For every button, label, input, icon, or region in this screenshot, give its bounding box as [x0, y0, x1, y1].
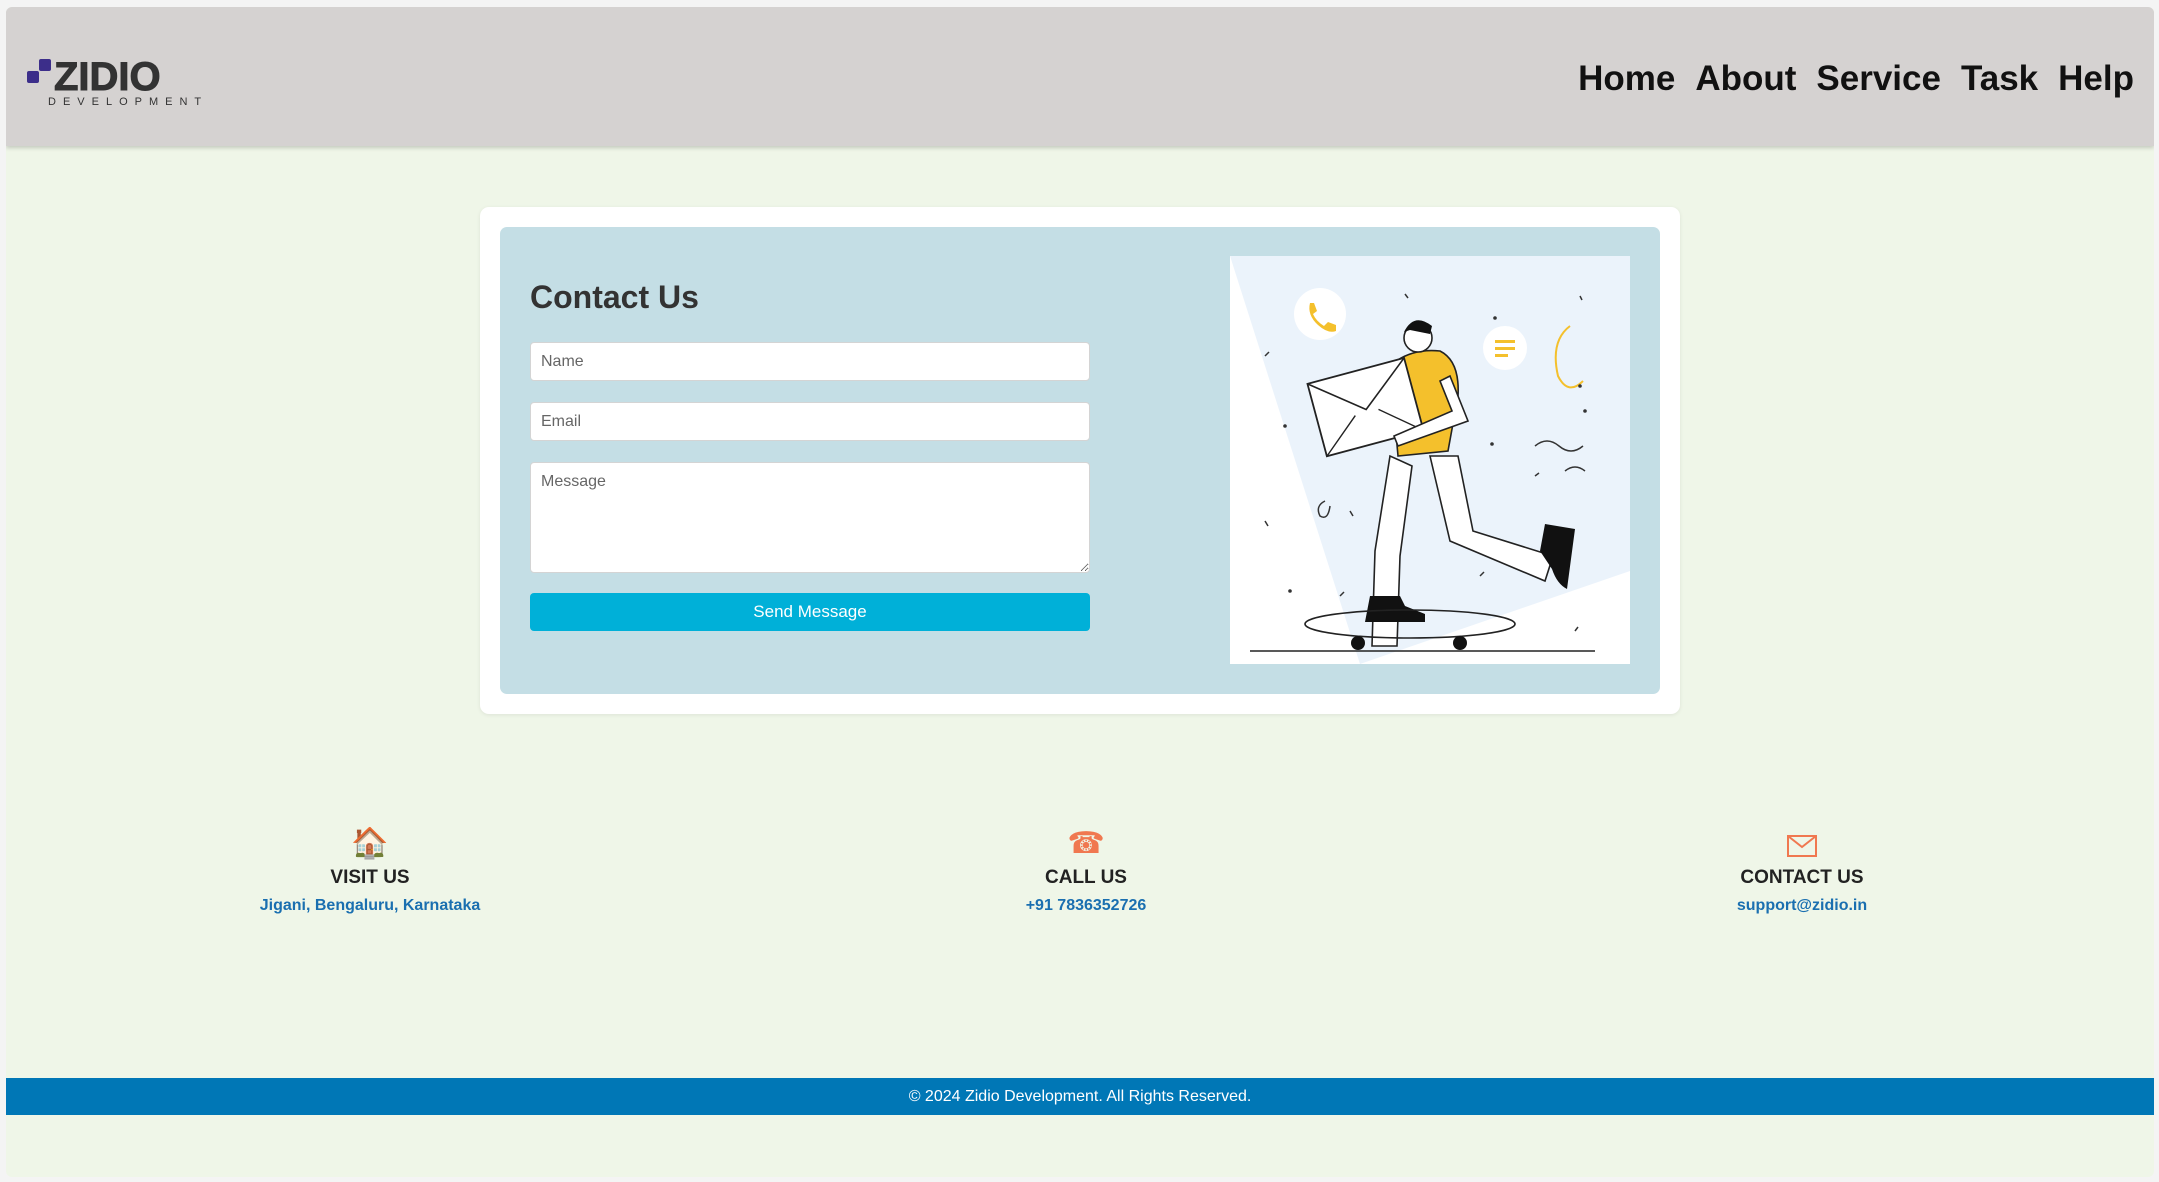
nav-service[interactable]: Service [1816, 59, 1941, 99]
logo-tagline: DEVELOPMENT [48, 96, 208, 108]
message-textarea[interactable] [530, 462, 1090, 573]
zidio-logo[interactable]: ZIDIO DEVELOPMENT [26, 53, 236, 113]
nav-about[interactable]: About [1695, 59, 1796, 99]
nav-home[interactable]: Home [1578, 59, 1675, 99]
contact-card: Contact Us Send Message [480, 207, 1680, 714]
page: ZIDIO DEVELOPMENT Home About Service Tas… [6, 7, 2154, 1177]
phone-icon: ☎ [1067, 827, 1105, 860]
main-nav: Home About Service Task Help [1578, 59, 2134, 99]
visit-us-address: Jigani, Bengaluru, Karnataka [259, 897, 481, 914]
name-input[interactable] [530, 342, 1090, 381]
house-icon: 🏠 [351, 827, 389, 860]
header: ZIDIO DEVELOPMENT Home About Service Tas… [6, 7, 2154, 146]
nav-help[interactable]: Help [2058, 59, 2134, 99]
visit-us-label: VISIT US [330, 867, 410, 888]
copyright-text: © 2024 Zidio Development. All Rights Res… [908, 1088, 1252, 1105]
nav-task[interactable]: Task [1961, 59, 2038, 99]
contact-us-block: CONTACT US support@zidio.in [1602, 827, 2002, 915]
send-message-button[interactable]: Send Message [530, 593, 1090, 631]
logo-name: ZIDIO [54, 55, 161, 99]
footer: © 2024 Zidio Development. All Rights Res… [6, 1078, 2154, 1115]
call-us-block: ☎ CALL US +91 7836352726 [886, 827, 1286, 915]
skateboard-mail-illustration [1230, 256, 1630, 664]
call-us-label: CALL US [1045, 867, 1127, 888]
contact-title: Contact Us [530, 279, 699, 315]
visit-us-block: 🏠 VISIT US Jigani, Bengaluru, Karnataka [170, 827, 570, 915]
envelope-icon [1602, 827, 2002, 863]
contact-panel: Contact Us Send Message [500, 227, 1660, 694]
contact-us-email[interactable]: support@zidio.in [1602, 897, 2002, 915]
email-input[interactable] [530, 402, 1090, 441]
call-us-phone[interactable]: +91 7836352726 [886, 897, 1286, 915]
contact-us-label: CONTACT US [1740, 867, 1864, 888]
